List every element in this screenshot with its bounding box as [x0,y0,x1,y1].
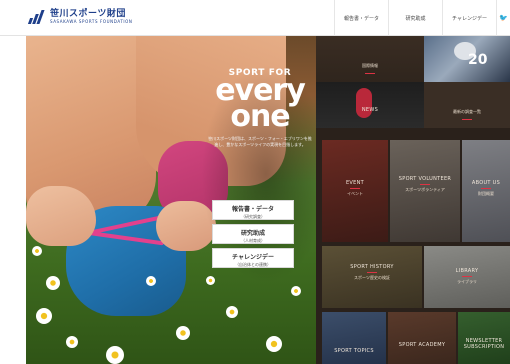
site-logo[interactable]: 笹川スポーツ財団 SASAKAWA SPORTS FOUNDATION [27,9,133,24]
tile-football-photo[interactable]: 20 [424,36,510,82]
daisy-flower [146,276,156,286]
daisy-flower [106,346,124,364]
jersey-number: 20 [468,52,488,68]
tile-sport-volunteer[interactable]: SPORT VOLUNTEER スポーツボランティア [390,140,460,242]
tile-sport-topics[interactable]: SPORT TOPICS [322,312,386,364]
logo-mark-icon [27,10,46,24]
hero-photo-hand [26,186,96,246]
tile-newsletter-subscription[interactable]: NEWSLETTER SUBSCRIPTION [458,312,510,364]
daisy-flower [32,246,42,256]
hero-description: 笹川スポーツ財団は、スポーツ・フォー・エブリワンを推進し、豊かなスポーツライフの… [208,136,312,147]
tile-event[interactable]: EVENT イベント [322,140,388,242]
research-grants-button[interactable]: 研究助成 （人材育成） [212,224,294,244]
daisy-flower [266,336,282,352]
tile-recent-surveys[interactable]: 最新の調査一覧 [424,82,510,128]
tile-news[interactable]: NEWS [316,82,424,128]
daisy-flower [176,326,190,340]
daisy-flower [291,286,301,296]
hero-tagline: SPORT FOR every one 笹川スポーツ財団は、スポーツ・フォー・エ… [204,68,316,148]
tile-library[interactable]: LIBRARY ライブラリ [424,246,510,308]
site-header: 笹川スポーツ財団 SASAKAWA SPORTS FOUNDATION 報告書・… [0,0,510,36]
reports-button[interactable]: 報告書・データ （研究調査） [212,200,294,220]
daisy-flower [66,336,78,348]
main-nav: 報告書・データ 研究助成 チャレンジデー 🐦 [334,0,510,36]
challenge-day-button[interactable]: チャレンジデー （自治体との連携） [212,248,294,268]
daisy-flower [46,276,60,290]
logo-japanese-name: 笹川スポーツ財団 [50,9,126,19]
twitter-icon[interactable]: 🐦 [496,0,510,36]
tile-about-us[interactable]: ABOUT US 財団概要 [462,140,510,242]
daisy-flower [36,308,52,324]
hero-image: SPORT FOR every one 笹川スポーツ財団は、スポーツ・フォー・エ… [26,36,316,364]
tile-sport-academy[interactable]: SPORT ACADEMY [388,312,456,364]
nav-item-research-grants[interactable]: 研究助成 [388,0,442,36]
nav-item-challenge-day[interactable]: チャレンジデー [442,0,496,36]
logo-english-name: SASAKAWA SPORTS FOUNDATION [50,19,133,24]
tile-grid: 国際情報 20 NEWS 最新の調査一覧 EVENT イベント SPORT VO… [316,36,510,364]
tile-sport-history[interactable]: SPORT HISTORY スポーツ歴史の検証 [322,246,422,308]
nav-item-reports[interactable]: 報告書・データ [334,0,388,36]
daisy-flower [226,306,238,318]
tile-international-info[interactable]: 国際情報 [316,36,424,82]
